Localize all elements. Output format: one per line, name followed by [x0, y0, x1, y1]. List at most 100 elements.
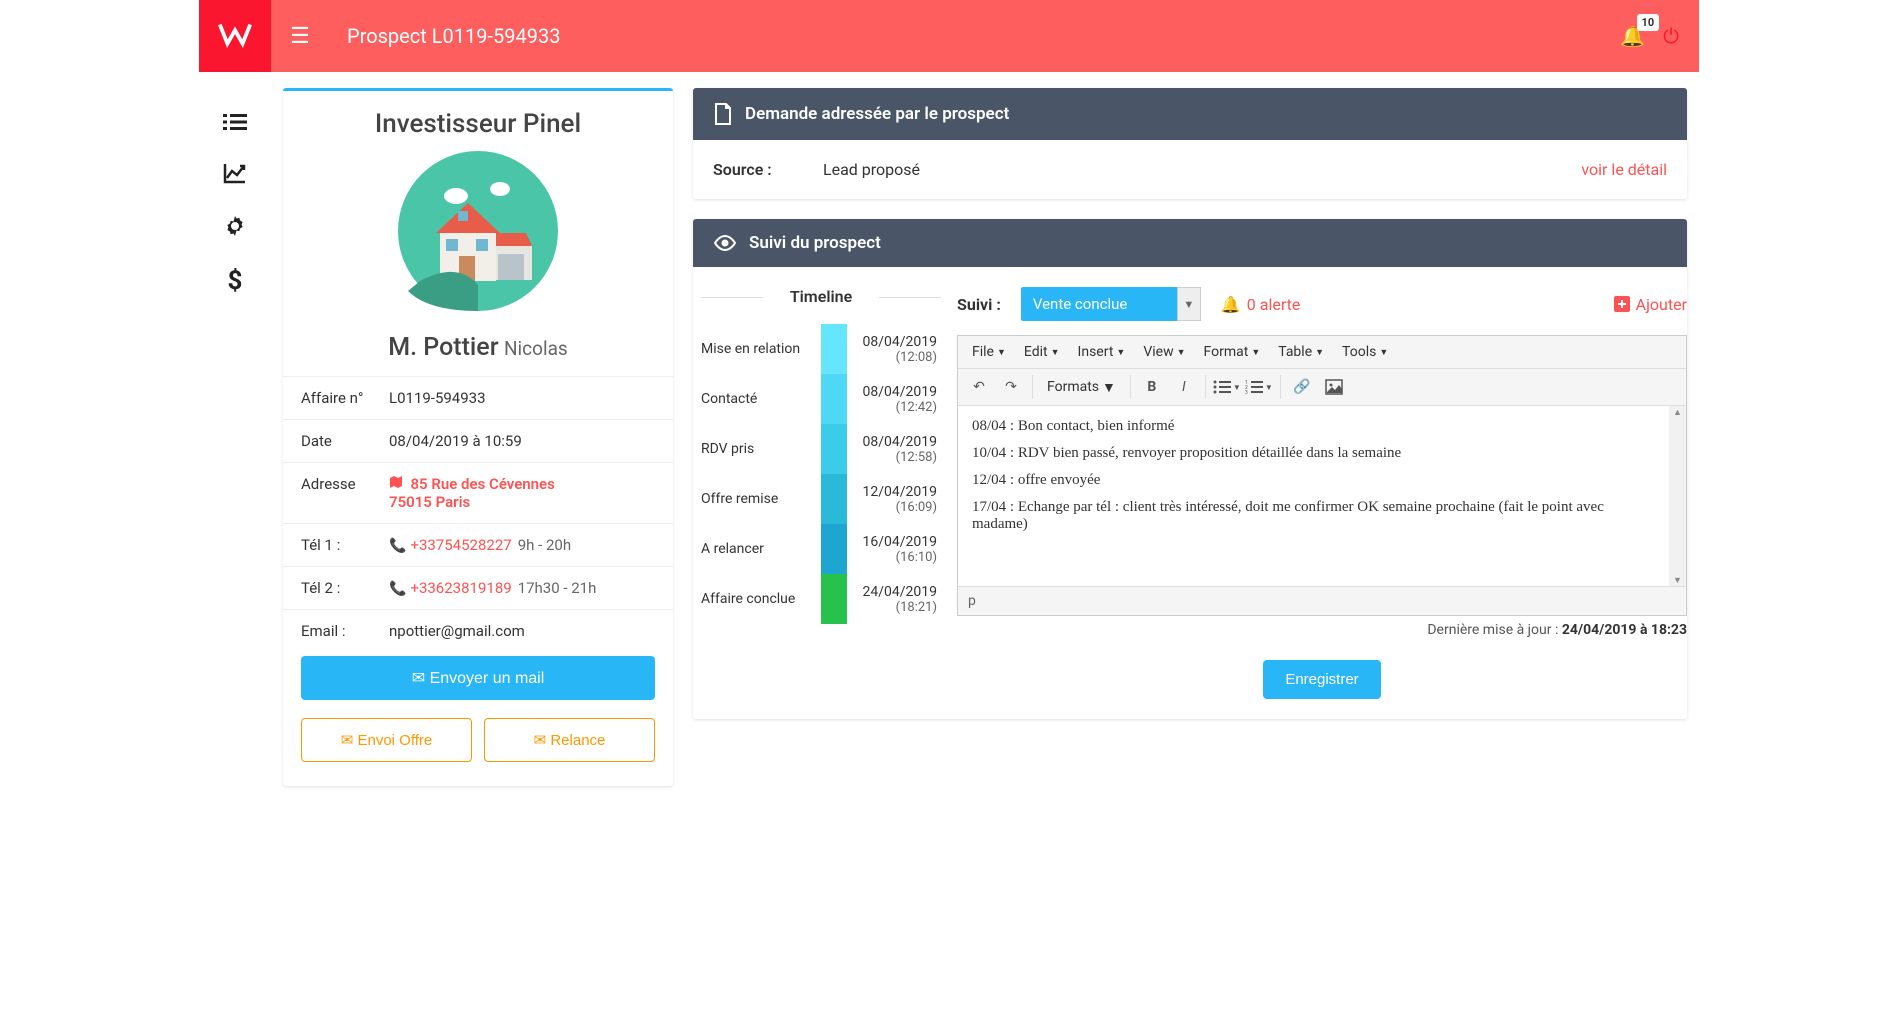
tel2-link[interactable]: +33623819189 — [410, 579, 511, 597]
demande-panel: Demande adressée par le prospect Source … — [693, 88, 1687, 199]
timeline-label: A relancer — [701, 541, 821, 557]
undo-icon[interactable]: ↶ — [964, 373, 994, 401]
timeline-item: A relancer 16/04/2019(16:10) — [701, 524, 941, 574]
image-icon[interactable] — [1319, 373, 1349, 401]
editor-menu-view[interactable]: View ▼ — [1135, 340, 1193, 364]
suivi-status-select[interactable]: Vente conclue ▼ — [1021, 287, 1201, 321]
info-adresse: Adresse 85 Rue des Cévennes75015 Paris — [283, 462, 673, 523]
phone-icon: 📞 — [389, 581, 406, 597]
timeline-date: 08/04/2019(12:42) — [847, 384, 941, 415]
link-icon[interactable]: 🔗 — [1287, 373, 1317, 401]
detail-link[interactable]: voir le détail — [1581, 160, 1667, 179]
italic-icon[interactable]: I — [1169, 373, 1199, 401]
send-mail-button[interactable]: ✉ Envoyer un mail — [301, 656, 655, 700]
timeline-label: RDV pris — [701, 441, 821, 457]
phone-icon: 📞 — [389, 538, 406, 554]
timeline-item: Affaire conclue 24/04/2019(18:21) — [701, 574, 941, 624]
editor-status-path: p — [958, 586, 1686, 615]
timeline: Timeline Mise en relation 08/04/2019(12:… — [693, 267, 949, 719]
add-button[interactable]: Ajouter — [1614, 295, 1687, 314]
note-line: 08/04 : Bon contact, bien informé — [972, 418, 1654, 435]
sidebar: $ — [199, 72, 271, 802]
notifications-button[interactable]: 🔔 10 — [1620, 24, 1645, 48]
suivi-label: Suivi : — [957, 295, 1001, 314]
note-line: 17/04 : Echange par tél : client très in… — [972, 499, 1654, 533]
editor-menu-file[interactable]: File ▼ — [964, 340, 1014, 364]
timeline-bar — [821, 324, 847, 374]
alert-link[interactable]: 🔔 0 alerte — [1221, 295, 1301, 314]
relance-button[interactable]: ✉ Relance — [484, 718, 655, 762]
menu-toggle-icon[interactable]: ☰ — [290, 24, 310, 49]
info-date: Date 08/04/2019 à 10:59 — [283, 419, 673, 462]
profile-name: M. Pottier Nicolas — [283, 333, 673, 362]
power-icon[interactable]: ⏻ — [1663, 24, 1679, 48]
formats-dropdown[interactable]: Formats ▼ — [1039, 375, 1124, 400]
editor-content[interactable]: 08/04 : Bon contact, bien informé 10/04 :… — [958, 406, 1686, 586]
timeline-bar — [821, 424, 847, 474]
timeline-title: Timeline — [701, 287, 941, 306]
dollar-icon[interactable]: $ — [227, 268, 243, 294]
envelope-icon: ✉ — [412, 670, 425, 687]
profile-title: Investisseur Pinel — [283, 109, 673, 139]
timeline-label: Mise en relation — [701, 341, 821, 357]
rich-text-editor: File ▼Edit ▼Insert ▼View ▼Format ▼Table … — [957, 335, 1687, 616]
logo-zone[interactable] — [199, 0, 271, 72]
timeline-item: Contacté 08/04/2019(12:42) — [701, 374, 941, 424]
scrollbar[interactable] — [1669, 406, 1686, 586]
page-title: Prospect L0119-594933 — [347, 24, 560, 48]
bullet-list-icon[interactable]: ▼ — [1212, 373, 1242, 401]
timeline-date: 08/04/2019(12:58) — [847, 434, 941, 465]
address-link[interactable]: 85 Rue des Cévennes75015 Paris — [389, 475, 555, 511]
gear-icon[interactable] — [223, 214, 247, 238]
redo-icon[interactable]: ↷ — [996, 373, 1026, 401]
document-icon — [713, 102, 733, 126]
send-offer-button[interactable]: ✉ Envoi Offre — [301, 718, 472, 762]
editor-menu-edit[interactable]: Edit ▼ — [1016, 340, 1068, 364]
editor-menu-tools[interactable]: Tools ▼ — [1334, 340, 1396, 364]
eye-icon — [713, 234, 737, 252]
svg-text:$: $ — [228, 268, 243, 294]
timeline-bar — [821, 574, 847, 624]
timeline-date: 16/04/2019(16:10) — [847, 534, 941, 565]
source-value: Lead proposé — [823, 160, 1581, 179]
editor-menu-insert[interactable]: Insert ▼ — [1070, 340, 1134, 364]
timeline-date: 12/04/2019(16:09) — [847, 484, 941, 515]
info-tel1: Tél 1 : 📞+337545282279h - 20h — [283, 523, 673, 566]
timeline-date: 08/04/2019(12:08) — [847, 334, 941, 365]
notification-badge: 10 — [1637, 14, 1660, 31]
timeline-bar — [821, 374, 847, 424]
timeline-label: Affaire conclue — [701, 591, 821, 607]
info-tel2: Tél 2 : 📞+3362381918917h30 - 21h — [283, 566, 673, 609]
envelope-icon: ✉ — [534, 732, 547, 749]
timeline-label: Offre remise — [701, 491, 821, 507]
chart-icon[interactable] — [223, 162, 247, 184]
timeline-item: RDV pris 08/04/2019(12:58) — [701, 424, 941, 474]
last-update: Dernière mise à jour : 24/04/2019 à 18:2… — [957, 622, 1687, 638]
suivi-panel: Suivi du prospect Timeline Mise en relat… — [693, 219, 1687, 719]
timeline-item: Mise en relation 08/04/2019(12:08) — [701, 324, 941, 374]
note-line: 10/04 : RDV bien passé, renvoyer proposi… — [972, 445, 1654, 462]
bold-icon[interactable]: B — [1137, 373, 1167, 401]
timeline-bar — [821, 474, 847, 524]
suivi-header-title: Suivi du prospect — [749, 233, 881, 253]
editor-menu-table[interactable]: Table ▼ — [1270, 340, 1332, 364]
save-button[interactable]: Enregistrer — [1263, 660, 1380, 699]
map-icon — [389, 477, 406, 493]
profile-card: Investisseur Pinel — [283, 88, 673, 786]
bell-icon: 🔔 — [1221, 295, 1241, 314]
demande-header-title: Demande adressée par le prospect — [745, 104, 1009, 124]
chevron-down-icon: ▼ — [1177, 287, 1201, 321]
info-email: Email : npottier@gmail.com — [283, 609, 673, 652]
timeline-date: 24/04/2019(18:21) — [847, 584, 941, 615]
logo-icon — [216, 17, 254, 55]
plus-icon — [1614, 296, 1630, 312]
list-icon[interactable] — [223, 112, 247, 132]
timeline-label: Contacté — [701, 391, 821, 407]
house-illustration — [398, 151, 558, 311]
timeline-bar — [821, 524, 847, 574]
tel1-link[interactable]: +33754528227 — [410, 536, 511, 554]
numbered-list-icon[interactable]: 123 ▼ — [1244, 373, 1274, 401]
topbar: ☰ Prospect L0119-594933 🔔 10 ⏻ — [199, 0, 1699, 72]
editor-menu-format[interactable]: Format ▼ — [1196, 340, 1269, 364]
source-label: Source : — [713, 160, 823, 179]
